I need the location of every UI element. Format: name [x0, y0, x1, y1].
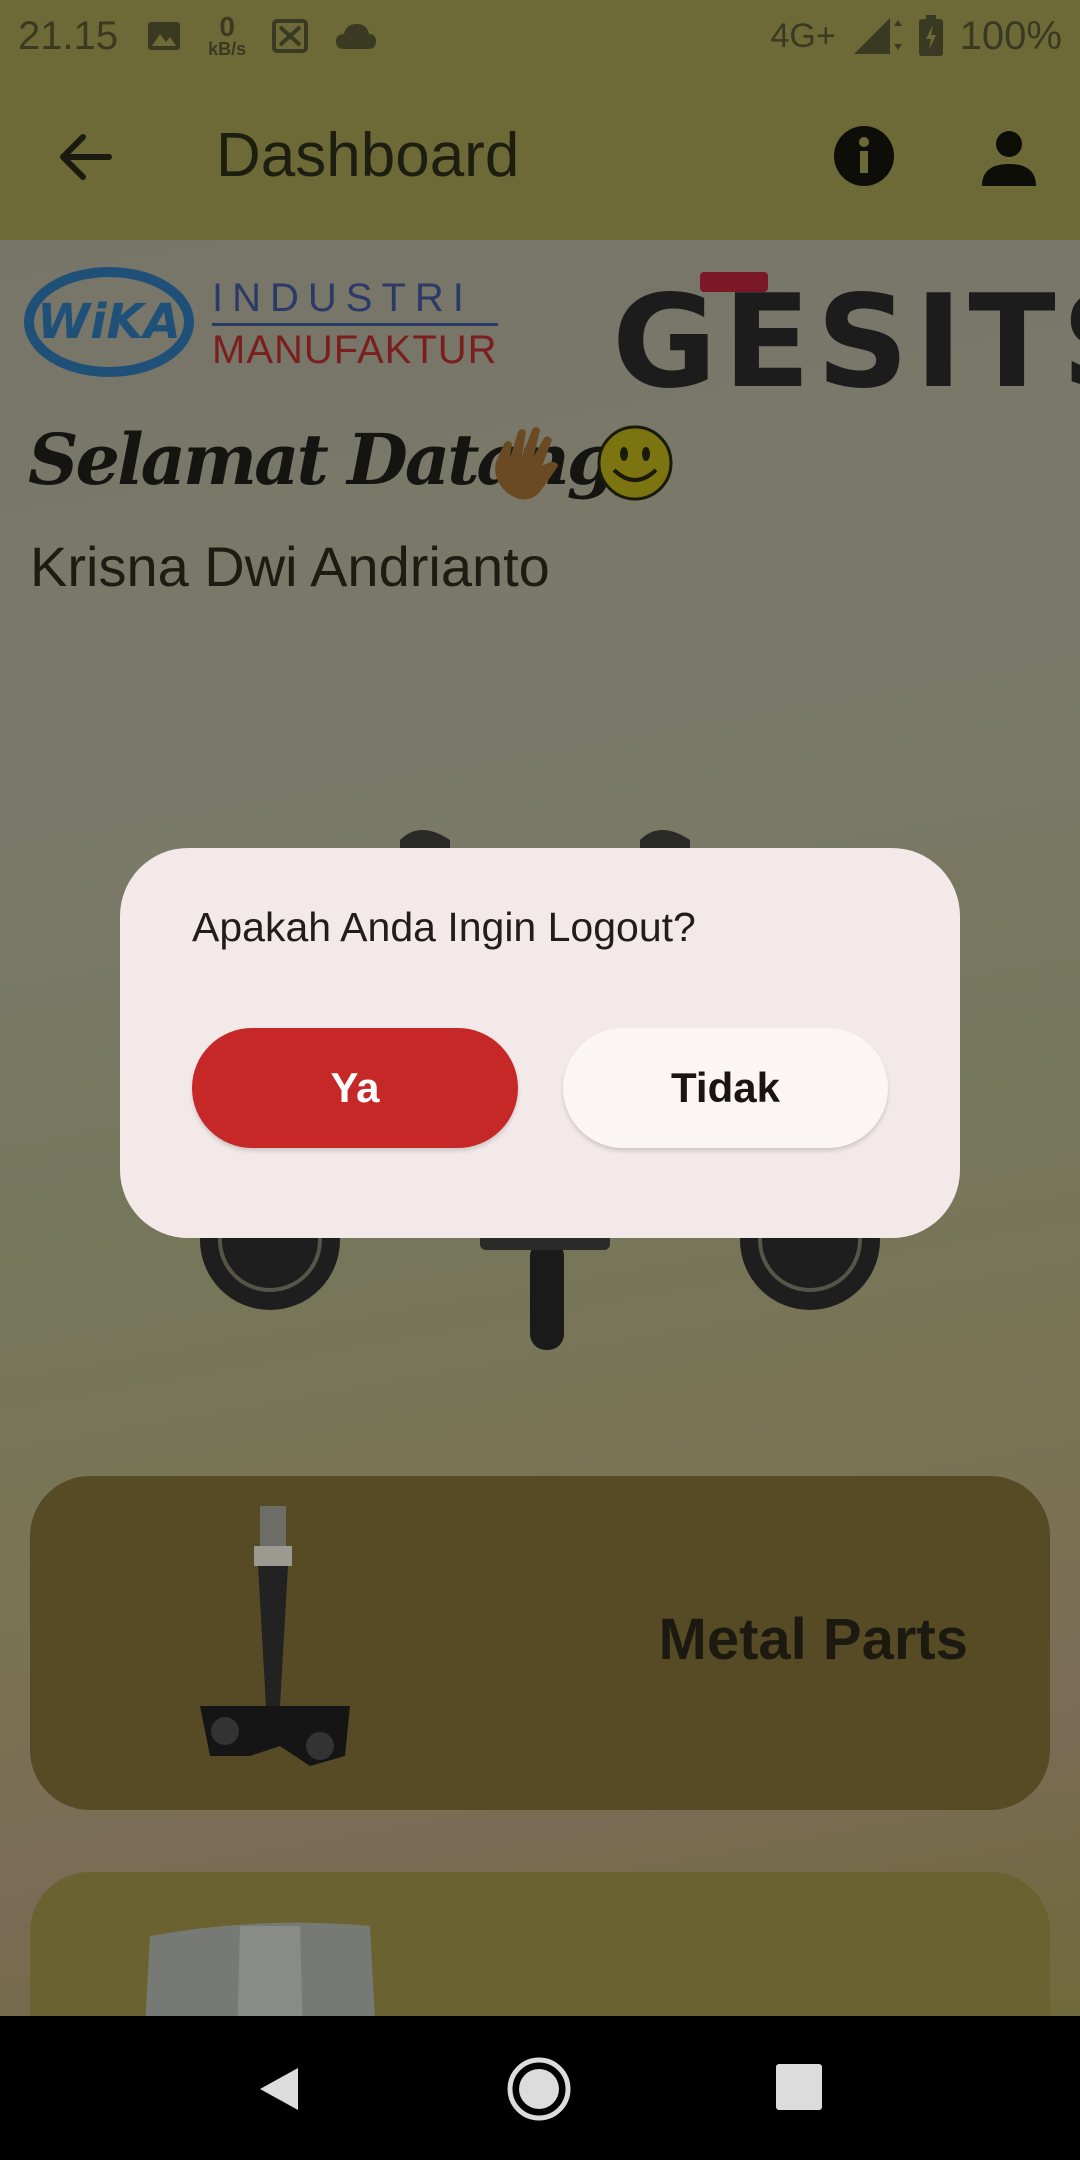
cancel-logout-button[interactable]: Tidak: [563, 1028, 888, 1148]
nav-back-icon[interactable]: [254, 2064, 304, 2114]
gesits-logo-accent: [700, 272, 768, 292]
navigation-bar: [0, 2016, 1080, 2160]
user-name: Krisna Dwi Andrianto: [30, 535, 550, 598]
logout-dialog: Apakah Anda Ingin Logout? Ya Tidak: [120, 848, 960, 1238]
category-card-second[interactable]: [30, 1872, 1050, 2016]
app-bar: Dashboard: [0, 72, 1080, 240]
wika-logo-text: WiKA: [37, 294, 181, 350]
cloud-icon: [336, 24, 377, 49]
net-speed-unit: kB/s: [208, 39, 247, 59]
back-button[interactable]: [50, 122, 120, 192]
status-icons-left: 0 kB/s: [146, 11, 378, 59]
gesits-logo: GESITS: [612, 268, 1080, 417]
page-title: Dashboard: [216, 121, 520, 190]
person-icon: [982, 131, 1036, 186]
profile-button[interactable]: [974, 124, 1044, 194]
category-card-metal-parts[interactable]: Metal Parts: [30, 1476, 1050, 1810]
category-label: Metal Parts: [658, 1607, 968, 1672]
nav-home-icon[interactable]: [506, 2056, 572, 2122]
status-time: 21.15: [18, 13, 119, 58]
nav-recent-icon[interactable]: [776, 2064, 822, 2110]
battery-charging-icon: [918, 15, 943, 56]
metal-part-image: [200, 1506, 350, 1766]
network-type: 4G+: [770, 16, 836, 55]
speed-icon: 0 kB/s: [208, 11, 247, 59]
app-icon: [272, 19, 309, 53]
info-button[interactable]: [832, 124, 896, 188]
plastic-part-image: [145, 1922, 375, 2016]
net-speed-value: 0: [219, 11, 235, 42]
industri-manufaktur-logo: INDUSTRI MANUFAKTUR: [212, 276, 498, 373]
status-bar: 21.15 0 kB/s 4G+ 100%: [0, 0, 1080, 72]
confirm-logout-button[interactable]: Ya: [192, 1028, 518, 1148]
waving-hand-icon: [495, 427, 558, 500]
smiley-icon: [597, 425, 673, 501]
status-icons-right: 4G+ 100%: [770, 14, 1062, 59]
logo-line-industri: INDUSTRI: [212, 276, 498, 326]
image-icon: [148, 22, 181, 50]
arrow-back-icon: [60, 134, 112, 180]
signal-icon: [853, 18, 902, 54]
dialog-message: Apakah Anda Ingin Logout?: [192, 904, 696, 950]
info-icon: [834, 126, 894, 186]
battery-percent: 100%: [959, 13, 1062, 58]
wika-logo: WiKA: [24, 267, 194, 377]
logo-line-manufaktur: MANUFAKTUR: [212, 328, 498, 372]
